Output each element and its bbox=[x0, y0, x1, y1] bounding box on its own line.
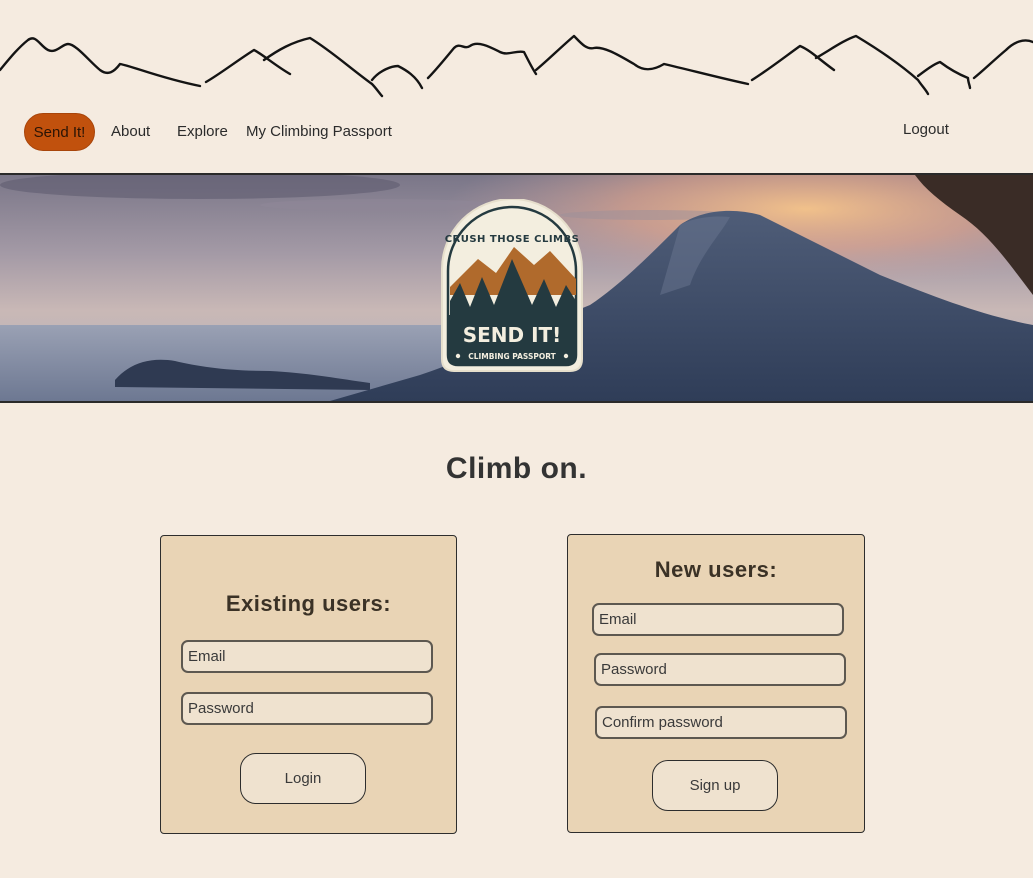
signup-confirm-password-field[interactable] bbox=[595, 706, 847, 739]
login-button[interactable]: Login bbox=[240, 753, 366, 804]
hero-banner: CRUSH THOSE CLIMBS SEND IT! CLIMBING PAS… bbox=[0, 173, 1033, 403]
signup-card: New users: Sign up bbox=[567, 534, 865, 833]
mountain-line-decoration bbox=[0, 34, 1033, 98]
login-email-field[interactable] bbox=[181, 640, 433, 673]
badge-subtitle: CLIMBING PASSPORT bbox=[468, 352, 556, 361]
login-heading: Existing users: bbox=[225, 591, 392, 616]
nav-brand-button[interactable]: Send It! bbox=[24, 113, 95, 151]
signup-password-field[interactable] bbox=[594, 653, 846, 686]
main-nav: Send It! About Explore My Climbing Passp… bbox=[0, 112, 1033, 152]
signup-button[interactable]: Sign up bbox=[652, 760, 778, 811]
nav-link-explore[interactable]: Explore bbox=[177, 123, 228, 140]
send-it-badge-logo: CRUSH THOSE CLIMBS SEND IT! CLIMBING PAS… bbox=[441, 199, 583, 372]
page-title: Climb on. bbox=[445, 452, 588, 485]
login-password-field[interactable] bbox=[181, 692, 433, 725]
login-card: Existing users: Login bbox=[160, 535, 457, 834]
signup-heading: New users: bbox=[654, 557, 778, 582]
nav-link-passport[interactable]: My Climbing Passport bbox=[246, 123, 392, 140]
badge-title: SEND IT! bbox=[463, 323, 562, 347]
badge-arc-text: CRUSH THOSE CLIMBS bbox=[445, 234, 580, 245]
signup-email-field[interactable] bbox=[592, 603, 844, 636]
nav-link-about[interactable]: About bbox=[111, 123, 150, 140]
nav-logout-link[interactable]: Logout bbox=[903, 121, 949, 138]
